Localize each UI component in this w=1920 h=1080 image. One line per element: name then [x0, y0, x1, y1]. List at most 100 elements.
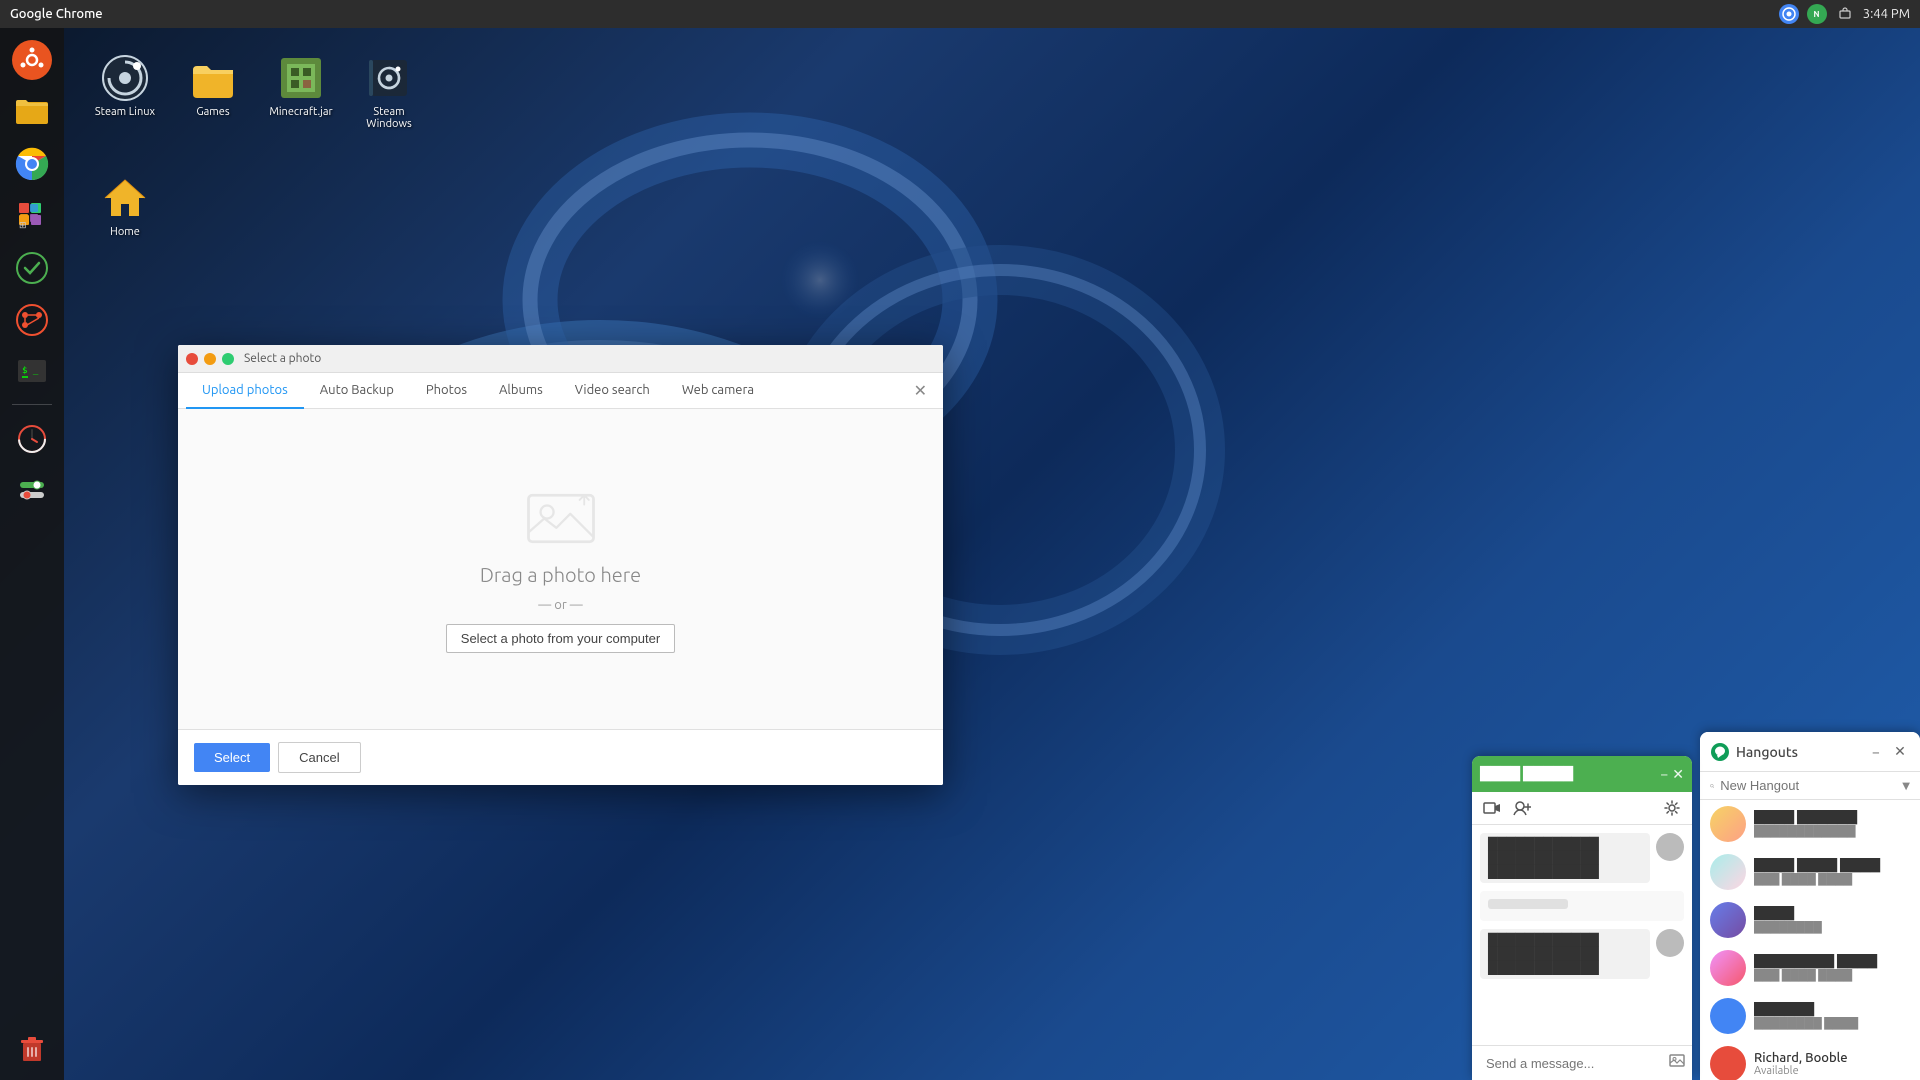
hangout-info: ██████ ████████ ████ [1754, 1002, 1910, 1030]
contact-name: ████ ██████ [1754, 810, 1910, 825]
photo-upload-dialog: Select a photo Upload photos Auto Backup… [178, 345, 943, 785]
chrome-ext-icon-2[interactable]: N [1807, 4, 1827, 24]
chat-messages-area: ████████████ ████████████ ████████████ █… [1472, 825, 1692, 1045]
taskbar: ⊞ $ _ [0, 28, 64, 1080]
tab-video-search[interactable]: Video search [559, 373, 666, 409]
hangouts-close-btn[interactable]: ✕ [1890, 742, 1910, 762]
taskbar-item-settings[interactable] [8, 465, 56, 513]
svg-text:⊞: ⊞ [19, 220, 27, 230]
tab-albums[interactable]: Albums [483, 373, 559, 409]
taskbar-divider [12, 404, 52, 405]
contact-name: Richard, Booble [1754, 1051, 1910, 1065]
add-people-btn[interactable] [1510, 796, 1534, 820]
contact-status: ████████████ [1754, 825, 1910, 838]
desktop-icon-steam-linux[interactable]: Steam Linux [85, 50, 165, 134]
chat-message-group-1: ████████████ ████████████ ████████████ [1480, 833, 1684, 883]
contact-name: ████ [1754, 906, 1910, 921]
desktop-icon-minecraft-label: Minecraft.jar [269, 106, 332, 118]
select-photo-from-computer-btn[interactable]: Select a photo from your computer [446, 624, 675, 653]
avatar [1710, 854, 1746, 890]
dialog-maximize-btn[interactable] [222, 353, 234, 365]
taskbar-item-timer[interactable] [8, 413, 56, 461]
dialog-footer: Select Cancel [178, 729, 943, 785]
dialog-minimize-btn[interactable] [204, 353, 216, 365]
hangouts-controls: − ✕ [1866, 742, 1910, 762]
video-call-btn[interactable] [1480, 796, 1504, 820]
drag-text: Drag a photo here [480, 563, 641, 586]
taskbar-item-tasks[interactable] [8, 244, 56, 292]
chrome-title: Google Chrome [10, 7, 103, 21]
contact-status: ████████ ████ [1754, 1017, 1910, 1030]
new-hangout-input[interactable] [1720, 778, 1896, 793]
chat-window: ████ █████ − ✕ [1472, 756, 1692, 1080]
svg-text:N: N [1813, 10, 1819, 19]
hangouts-minimize-btn[interactable]: − [1866, 742, 1886, 762]
dialog-tabs: Upload photos Auto Backup Photos Albums … [178, 373, 943, 409]
chat-photo-send-btn[interactable] [1668, 1052, 1686, 1074]
taskbar-item-terminal[interactable]: $ _ [8, 348, 56, 396]
select-button[interactable]: Select [194, 743, 270, 772]
tab-auto-backup[interactable]: Auto Backup [304, 373, 410, 409]
hangouts-title: Hangouts [1736, 744, 1860, 760]
tab-web-camera[interactable]: Web camera [666, 373, 770, 409]
dialog-close-btn[interactable] [186, 353, 198, 365]
hangouts-logo-icon [1710, 742, 1730, 762]
taskbar-item-trash[interactable] [8, 1024, 56, 1072]
avatar [1710, 950, 1746, 986]
dialog-content: Drag a photo here — or — Select a photo … [178, 409, 943, 729]
taskbar-item-ubuntu[interactable] [8, 36, 56, 84]
contact-status: ███ ████ ████ [1754, 969, 1910, 982]
dialog-title: Select a photo [244, 352, 321, 365]
chrome-ext-icon-1[interactable] [1779, 4, 1799, 24]
dialog-titlebar: Select a photo [178, 345, 943, 373]
hangouts-search-bar: ▼ [1700, 772, 1920, 800]
desktop-icon-minecraft[interactable]: Minecraft.jar [261, 50, 341, 134]
chat-close-btn[interactable]: ✕ [1672, 766, 1684, 783]
chat-header: ████ █████ − ✕ [1472, 756, 1692, 792]
hangout-contact-2[interactable]: ████ ████ ████ ███ ████ ████ [1700, 848, 1920, 896]
contact-name: ██████ [1754, 1002, 1910, 1017]
desktop-icon-steam-windows-label: Steam Windows [353, 106, 425, 130]
typing-indicator [1480, 891, 1684, 921]
desktop-icon-games[interactable]: Games [173, 50, 253, 134]
desktop-icons-container: Steam Linux Games Minecraft.jar [75, 40, 535, 252]
hangouts-contacts-list: ████ ██████ ████████████ ████ ████ ████ … [1700, 800, 1920, 1080]
chat-message-input[interactable] [1486, 1056, 1662, 1071]
dialog-tabs-close[interactable]: ✕ [906, 373, 935, 408]
chat-message: ████████████ ████████████ ████████████ [1480, 833, 1650, 883]
chat-minimize-btn[interactable]: − [1660, 766, 1668, 783]
chat-user-name: ████ █████ [1480, 767, 1654, 782]
contact-status: ████████ [1754, 921, 1910, 934]
hangout-contact-1[interactable]: ████ ██████ ████████████ [1700, 800, 1920, 848]
chat-input-area [1472, 1045, 1692, 1080]
chrome-ext-icon-3[interactable] [1835, 4, 1855, 24]
chat-controls: − ✕ [1660, 766, 1684, 783]
avatar [1710, 998, 1746, 1034]
tab-photos[interactable]: Photos [410, 373, 483, 409]
taskbar-item-files[interactable] [8, 88, 56, 136]
hangouts-settings-btn[interactable]: ▼ [1902, 780, 1910, 792]
hangout-contact-5[interactable]: ██████ ████████ ████ [1700, 992, 1920, 1040]
hangout-contact-3[interactable]: ████ ████████ [1700, 896, 1920, 944]
hangout-info: ████████ ████ ███ ████ ████ [1754, 954, 1910, 982]
cancel-button[interactable]: Cancel [278, 742, 360, 773]
contact-status: ███ ████ ████ [1754, 873, 1910, 886]
contact-status: Available [1754, 1065, 1910, 1077]
desktop-icon-home[interactable]: Home [85, 170, 165, 242]
or-text: — or — [538, 598, 582, 612]
clock: 3:44 PM [1863, 7, 1910, 21]
chat-message: ████████████ ████████████ ████████████ [1480, 929, 1650, 979]
taskbar-item-chrome[interactable] [8, 140, 56, 188]
desktop-icon-steam-windows[interactable]: Steam Windows [349, 50, 429, 134]
hangout-contact-6[interactable]: Richard, Booble Available [1700, 1040, 1920, 1080]
upload-drop-area: Drag a photo here — or — Select a photo … [446, 486, 675, 653]
avatar [1710, 1046, 1746, 1080]
taskbar-item-apps[interactable]: ⊞ [8, 192, 56, 240]
taskbar-item-git[interactable] [8, 296, 56, 344]
photo-placeholder-icon [521, 486, 601, 551]
hangout-info: ████ ██████ ████████████ [1754, 810, 1910, 838]
hangout-contact-4[interactable]: ████████ ████ ███ ████ ████ [1700, 944, 1920, 992]
tab-upload-photos[interactable]: Upload photos [186, 373, 304, 409]
chrome-right-controls: N 3:44 PM [1779, 4, 1910, 24]
chat-settings-btn[interactable] [1660, 796, 1684, 820]
